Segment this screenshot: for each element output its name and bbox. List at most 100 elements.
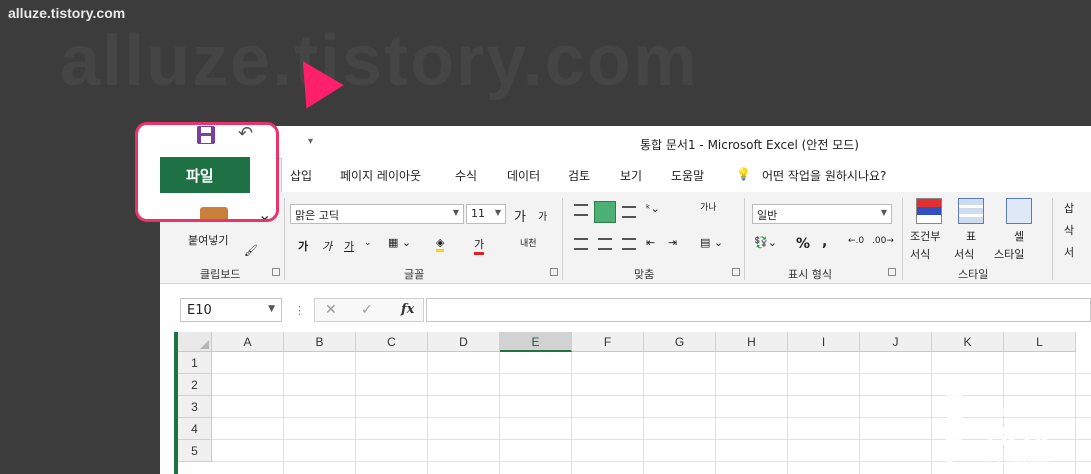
tell-me-search[interactable]: 어떤 작업을 원하시나요?	[762, 167, 886, 184]
column-header[interactable]: A	[212, 332, 284, 352]
tab-help[interactable]: 도움말	[671, 167, 704, 184]
number-group-label: 표시 형식	[788, 268, 832, 281]
font-launcher-icon[interactable]	[550, 268, 558, 276]
increase-decimal-icon[interactable]: ←.0	[848, 236, 864, 246]
ribbon: 붙여넣기 ⎘ ▾ 🖌 클립보드 맑은 고딕▼ 11▼ 가 가 가 가 가 ⌄ ▦…	[160, 192, 1091, 284]
save-icon[interactable]	[196, 125, 216, 145]
lightbulb-icon[interactable]: 💡	[736, 167, 751, 181]
align-top-icon[interactable]	[574, 204, 588, 216]
bold-button[interactable]: 가	[298, 238, 308, 254]
logo-line3: EZmanual	[988, 452, 1050, 467]
decrease-indent-icon[interactable]: ⇤	[646, 236, 655, 249]
format-as-table-label2[interactable]: 서식	[954, 246, 974, 262]
select-all-button[interactable]	[178, 332, 212, 352]
tab-data[interactable]: 데이터	[507, 167, 540, 184]
name-box[interactable]: E10 ▼	[180, 298, 282, 322]
align-right-icon[interactable]	[622, 238, 636, 250]
increase-font-size-button[interactable]: 가	[514, 206, 526, 225]
name-box-value: E10	[187, 303, 212, 318]
tab-view[interactable]: 보기	[620, 167, 642, 184]
column-header[interactable]: L	[1004, 332, 1076, 352]
number-launcher-icon[interactable]	[888, 268, 896, 276]
column-header[interactable]: F	[572, 332, 644, 352]
paste-button[interactable]: 붙여넣기	[188, 232, 228, 248]
column-header[interactable]: G	[644, 332, 716, 352]
align-bottom-icon[interactable]	[622, 206, 636, 218]
insert-function-button[interactable]: fx	[401, 302, 414, 317]
column-header[interactable]: B	[284, 332, 356, 352]
wrap-text-button[interactable]: 가나	[700, 200, 717, 213]
column-header[interactable]: C	[356, 332, 428, 352]
borders-icon[interactable]: ▦ ⌄	[388, 236, 411, 249]
row-header[interactable]: 3	[178, 396, 212, 418]
file-tab-zoomed[interactable]: 파일	[160, 157, 250, 193]
tab-page-layout[interactable]: 페이지 레이아웃	[340, 167, 421, 184]
cell-styles-button[interactable]: 셀	[1014, 228, 1024, 244]
underline-button[interactable]: 가	[344, 238, 354, 254]
quick-access-dropdown-icon[interactable]: ▾	[308, 136, 313, 147]
clipboard-launcher-icon[interactable]	[272, 268, 280, 276]
conditional-formatting-icon[interactable]	[916, 198, 942, 224]
font-size-value: 11	[471, 207, 485, 220]
row-header[interactable]: 1	[178, 352, 212, 374]
tab-insert[interactable]: 삽입	[290, 167, 312, 184]
formula-input[interactable]	[426, 298, 1091, 322]
chevron-down-icon: ▼	[494, 208, 501, 217]
format-as-table-button[interactable]: 표	[966, 228, 976, 244]
tab-review[interactable]: 검토	[568, 167, 590, 184]
format-painter-icon[interactable]: 🖌	[244, 244, 258, 257]
conditional-formatting-button[interactable]: 조건부	[910, 228, 940, 244]
comma-button[interactable]: ,	[822, 234, 827, 250]
undo-icon[interactable]: ↶	[238, 125, 253, 144]
format-cells-button[interactable]: 서	[1064, 244, 1074, 260]
paste-icon[interactable]	[200, 207, 228, 219]
decrease-font-size-button[interactable]: 가	[538, 208, 547, 223]
chevron-down-icon[interactable]: ⌄	[258, 205, 271, 219]
increase-indent-icon[interactable]: ⇥	[668, 236, 677, 249]
column-header[interactable]: H	[716, 332, 788, 352]
font-color-button[interactable]: 가	[474, 236, 485, 255]
cancel-icon[interactable]: ✕	[325, 302, 337, 318]
align-center-icon[interactable]	[598, 238, 612, 250]
group-divider	[744, 198, 745, 280]
font-group-label: 글꼴	[404, 268, 425, 281]
enter-icon[interactable]: ✓	[361, 302, 373, 318]
ribbon-tabs: 삽입 페이지 레이아웃 수식 데이터 검토 보기 도움말 💡 어떤 작업을 원하…	[160, 158, 1091, 190]
insert-cells-button[interactable]: 삽	[1064, 200, 1074, 216]
cell-styles-label2[interactable]: 스타일	[994, 246, 1024, 262]
window-title: 통합 문서1 - Microsoft Excel (안전 모드)	[640, 138, 859, 152]
column-header[interactable]: D	[428, 332, 500, 352]
percent-button[interactable]: %	[796, 236, 810, 252]
row-header[interactable]: 2	[178, 374, 212, 396]
italic-button[interactable]: 가	[322, 238, 332, 254]
alignment-launcher-icon[interactable]	[732, 268, 740, 276]
font-size-select[interactable]: 11 ▼	[466, 204, 506, 224]
row-header[interactable]: 4	[178, 418, 212, 440]
more-icon[interactable]: ⋮	[294, 304, 305, 317]
column-header[interactable]: J	[860, 332, 932, 352]
column-header[interactable]: E	[500, 332, 572, 352]
accounting-format-icon[interactable]: 💱⌄	[754, 236, 777, 249]
phonetic-button[interactable]: 내천	[520, 236, 537, 249]
number-format-select[interactable]: 일반 ▼	[752, 204, 892, 224]
column-header[interactable]: I	[788, 332, 860, 352]
align-left-icon[interactable]	[574, 238, 588, 250]
title-bar: ▾ 통합 문서1 - Microsoft Excel (안전 모드)	[160, 126, 1091, 158]
cell-styles-icon[interactable]	[1006, 198, 1032, 224]
highlight-callout: ↶ 파일 ⌄	[135, 122, 279, 222]
column-header[interactable]: K	[932, 332, 1004, 352]
tab-formulas[interactable]: 수식	[455, 167, 477, 184]
orientation-icon[interactable]: ᵏ⌄	[646, 202, 660, 215]
format-as-table-icon[interactable]	[958, 198, 984, 224]
underline-dropdown-icon[interactable]: ⌄	[364, 238, 372, 248]
merge-center-icon[interactable]: ▤ ⌄	[700, 236, 723, 249]
font-name-select[interactable]: 맑은 고딕 ▼	[290, 204, 464, 224]
group-divider	[1052, 198, 1053, 280]
row-header[interactable]: 5	[178, 440, 212, 462]
align-middle-icon[interactable]	[594, 201, 616, 223]
chevron-down-icon: ▼	[452, 208, 459, 217]
fill-color-icon[interactable]: ◈	[436, 236, 445, 252]
delete-cells-button[interactable]: 삭	[1064, 222, 1074, 238]
conditional-formatting-label2[interactable]: 서식	[910, 246, 930, 262]
decrease-decimal-icon[interactable]: .00→	[872, 236, 894, 246]
